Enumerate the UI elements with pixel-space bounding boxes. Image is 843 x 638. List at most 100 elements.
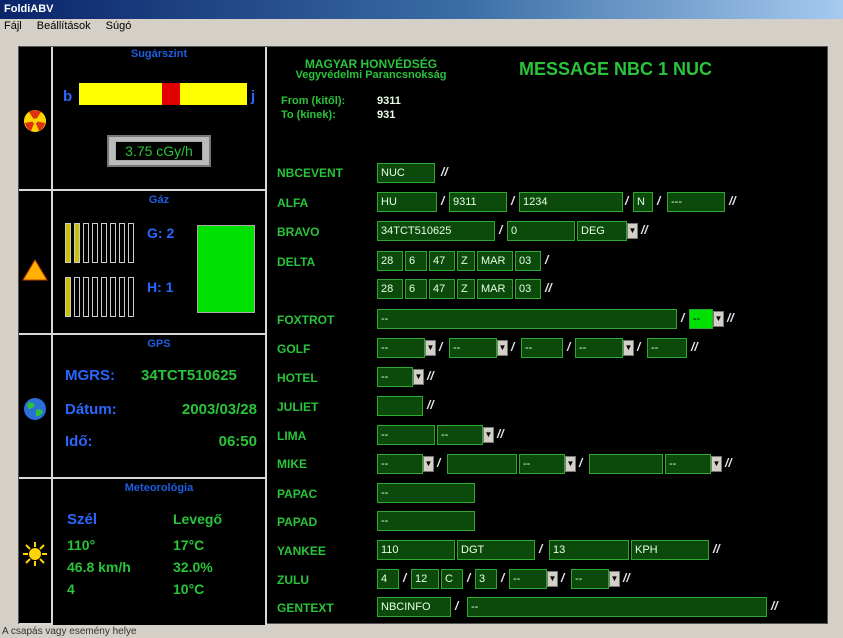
delta2-minute-field[interactable]: 47	[429, 279, 455, 299]
radiation-value: 3.75 cGy/h	[115, 141, 203, 161]
alfa-country-field[interactable]: HU	[377, 192, 437, 212]
mike-select-5[interactable]: --	[665, 454, 711, 474]
yankee-direction-unit-field[interactable]: DGT	[457, 540, 535, 560]
golf-field-3[interactable]: --	[521, 338, 563, 358]
to-value: 931	[377, 109, 396, 121]
delta1-hour-field[interactable]: 6	[405, 251, 427, 271]
mike-field-2[interactable]	[447, 454, 517, 474]
label-golf: GOLF	[277, 342, 311, 356]
zulu-field-3[interactable]: C	[441, 569, 463, 589]
gas-h-bars	[65, 277, 137, 317]
menu-file[interactable]: Fájl	[4, 20, 22, 32]
chevron-down-icon[interactable]: ▼	[609, 571, 620, 587]
hotel-select[interactable]: --	[377, 367, 413, 387]
gas-h-bar-segment	[110, 277, 116, 317]
end-marker: //	[545, 281, 552, 295]
menu-help[interactable]: Súgó	[106, 20, 132, 32]
gas-g-bar-segment	[83, 223, 89, 263]
zulu-field-1[interactable]: 4	[377, 569, 399, 589]
sep-slash: /	[511, 194, 515, 208]
sep-slash: /	[657, 194, 661, 208]
alfa-serial-field[interactable]: 1234	[519, 192, 623, 212]
to-label: To (kinek):	[281, 109, 336, 121]
alfa-extra-field[interactable]: ---	[667, 192, 725, 212]
gas-g-bar-segment	[74, 223, 80, 263]
yankee-speed-unit-field[interactable]: KPH	[631, 540, 709, 560]
delta1-day-field[interactable]: 28	[377, 251, 403, 271]
bravo-location-field[interactable]: 34TCT510625	[377, 221, 495, 241]
delta2-zone-field[interactable]: Z	[457, 279, 475, 299]
chevron-down-icon[interactable]: ▼	[425, 340, 436, 356]
label-gentext: GENTEXT	[277, 601, 334, 615]
end-marker: //	[623, 571, 630, 585]
golf-select-1[interactable]: --	[377, 338, 425, 358]
delta2-year-field[interactable]: 03	[515, 279, 541, 299]
sep-slash: /	[511, 340, 515, 354]
delta2-hour-field[interactable]: 6	[405, 279, 427, 299]
menu-bar: Fájl Beállítások Súgó	[0, 19, 843, 34]
lima-field-1[interactable]: --	[377, 425, 435, 445]
org-unit: Vegyvédelmi Parancsnokság	[295, 69, 447, 81]
gentext-type-field[interactable]: NBCINFO	[377, 597, 451, 617]
alfa-unit-field[interactable]: 9311	[449, 192, 507, 212]
delta2-month-field[interactable]: MAR	[477, 279, 513, 299]
yankee-speed-field[interactable]: 13	[549, 540, 629, 560]
alfa-status-field[interactable]: N	[633, 192, 653, 212]
delta1-year-field[interactable]: 03	[515, 251, 541, 271]
golf-select-4[interactable]: --	[575, 338, 623, 358]
air-humidity: 32.0%	[173, 559, 213, 575]
golf-select-2[interactable]: --	[449, 338, 497, 358]
app-window: FoldiABV Fájl Beállítások Súgó Sugárszin…	[0, 0, 843, 638]
bravo-unit-select[interactable]: DEG	[577, 221, 627, 241]
delta1-minute-field[interactable]: 47	[429, 251, 455, 271]
sep-slash: /	[681, 311, 685, 325]
zulu-select-6[interactable]: --	[571, 569, 609, 589]
bravo-direction-field[interactable]: 0	[507, 221, 575, 241]
lima-select-2[interactable]: --	[437, 425, 483, 445]
golf-field-5[interactable]: --	[647, 338, 687, 358]
warning-icon-cell	[19, 193, 51, 335]
papac-field[interactable]: --	[377, 483, 475, 503]
chevron-down-icon[interactable]: ▼	[713, 311, 724, 327]
foxtrot-qualifier-select[interactable]: --	[689, 309, 713, 329]
gas-status-indicator	[197, 225, 255, 313]
delta1-month-field[interactable]: MAR	[477, 251, 513, 271]
foxtrot-location-field[interactable]: --	[377, 309, 677, 329]
chevron-down-icon[interactable]: ▼	[627, 223, 638, 239]
delta2-day-field[interactable]: 28	[377, 279, 403, 299]
papad-field[interactable]: --	[377, 511, 475, 531]
label-bravo: BRAVO	[277, 225, 320, 239]
end-marker: //	[729, 194, 736, 208]
chevron-down-icon[interactable]: ▼	[711, 456, 722, 472]
sep-slash: /	[579, 456, 583, 470]
gentext-text-field[interactable]: --	[467, 597, 767, 617]
mike-field-4[interactable]	[589, 454, 663, 474]
juliet-field[interactable]	[377, 396, 423, 416]
zulu-field-4[interactable]: 3	[475, 569, 497, 589]
wind-header: Szél	[67, 511, 98, 528]
gas-g-bars	[65, 223, 137, 263]
delta1-zone-field[interactable]: Z	[457, 251, 475, 271]
zulu-select-5[interactable]: --	[509, 569, 547, 589]
label-hotel: HOTEL	[277, 371, 318, 385]
label-alfa: ALFA	[277, 196, 309, 210]
sep-slash: /	[441, 194, 445, 208]
main-panel: Sugárszint b j 3.75 cGy/h Gáz G: 2 H: 1 …	[18, 46, 828, 625]
chevron-down-icon[interactable]: ▼	[483, 427, 494, 443]
mike-select-3[interactable]: --	[519, 454, 565, 474]
chevron-down-icon[interactable]: ▼	[423, 456, 434, 472]
mike-select-1[interactable]: --	[377, 454, 423, 474]
yankee-direction-field[interactable]: 110	[377, 540, 455, 560]
time-value: 06:50	[218, 433, 257, 450]
radiation-level-bar	[79, 83, 247, 105]
gas-h-label: H: 1	[147, 279, 174, 295]
zulu-field-2[interactable]: 12	[411, 569, 439, 589]
nbcevent-field[interactable]: NUC	[377, 163, 435, 183]
radiation-panel: Sugárszint b j 3.75 cGy/h	[53, 47, 265, 191]
chevron-down-icon[interactable]: ▼	[547, 571, 558, 587]
chevron-down-icon[interactable]: ▼	[413, 369, 424, 385]
chevron-down-icon[interactable]: ▼	[497, 340, 508, 356]
menu-settings[interactable]: Beállítások	[37, 20, 91, 32]
chevron-down-icon[interactable]: ▼	[565, 456, 576, 472]
chevron-down-icon[interactable]: ▼	[623, 340, 634, 356]
